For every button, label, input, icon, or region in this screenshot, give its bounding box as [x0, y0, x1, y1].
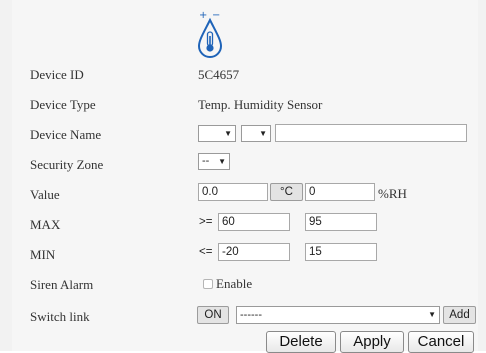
add-switch-link-button[interactable]: Add: [443, 306, 476, 324]
min-label: MIN: [30, 247, 56, 262]
min-humidity-input[interactable]: 15: [305, 243, 377, 261]
switch-link-label: Switch link: [30, 309, 90, 324]
switch-link-select[interactable]: ------ ▼: [236, 306, 440, 324]
svg-text:+: +: [199, 10, 207, 21]
value-label: Value: [30, 187, 60, 202]
switch-on-button[interactable]: ON: [197, 306, 229, 324]
cancel-button[interactable]: Cancel: [408, 331, 474, 353]
min-operator: <=: [199, 246, 213, 258]
temperature-humidity-drop-icon: + −: [196, 8, 224, 60]
device-name-input[interactable]: [275, 124, 467, 142]
device-settings-panel: [12, 0, 478, 351]
delete-button[interactable]: Delete: [266, 331, 336, 353]
chevron-down-icon: ▼: [224, 129, 232, 138]
max-label: MAX: [30, 217, 61, 232]
device-id-label: Device ID: [30, 67, 84, 82]
device-name-select-1[interactable]: ▼: [198, 125, 236, 142]
chevron-down-icon: ▼: [218, 157, 226, 166]
security-zone-selected: --: [202, 155, 210, 167]
security-zone-label: Security Zone: [30, 157, 104, 172]
device-name-label: Device Name: [30, 127, 102, 142]
security-zone-select[interactable]: -- ▼: [198, 153, 230, 170]
switch-link-selected: ------: [240, 309, 262, 321]
max-temperature-input[interactable]: 60: [218, 213, 290, 231]
humidity-unit-label: %RH: [378, 186, 407, 201]
right-margin: [478, 0, 486, 351]
apply-button[interactable]: Apply: [340, 331, 404, 353]
device-id-value: 5C4657: [198, 67, 240, 82]
chevron-down-icon: ▼: [259, 129, 267, 138]
svg-text:−: −: [212, 10, 220, 21]
min-temperature-input[interactable]: -20: [218, 243, 290, 261]
device-type-value: Temp. Humidity Sensor: [198, 97, 323, 112]
max-operator: >=: [199, 216, 213, 228]
siren-alarm-label: Siren Alarm: [30, 277, 94, 292]
max-humidity-input[interactable]: 95: [305, 213, 377, 231]
temperature-value-input[interactable]: 0.0: [198, 183, 268, 201]
siren-enable-label: Enable: [216, 276, 253, 291]
left-margin: [0, 0, 12, 351]
temperature-unit-button[interactable]: °C: [270, 183, 303, 201]
humidity-value-input[interactable]: 0: [305, 183, 375, 201]
device-name-select-2[interactable]: ▼: [241, 125, 271, 142]
chevron-down-icon: ▼: [428, 310, 436, 319]
device-type-label: Device Type: [30, 97, 96, 112]
siren-enable-checkbox[interactable]: [203, 279, 213, 289]
